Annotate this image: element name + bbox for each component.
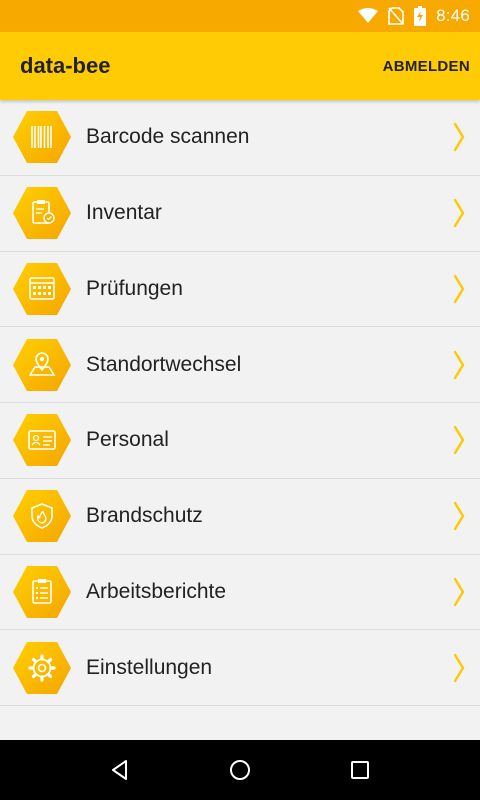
menu-item-brandschutz[interactable]: Brandschutz [0,479,480,555]
home-icon [230,760,250,780]
menu-item-label: Arbeitsberichte [86,579,227,603]
menu-item-inventar[interactable]: Inventar [0,176,480,252]
menu-item-label: Barcode scannen [86,125,250,149]
back-icon [112,760,127,780]
chevron-right-icon [453,501,465,531]
menu-item-personal[interactable]: Personal [0,403,480,479]
menu-list: Barcode scannen Inventar Prüfungen Stand… [0,100,480,740]
menu-item-label: Prüfungen [86,276,183,300]
app-bar: data-bee ABMELDEN [0,32,480,100]
chevron-right-icon [453,198,465,228]
logout-button[interactable]: ABMELDEN [383,58,470,75]
chevron-right-icon [453,123,465,152]
recents-button[interactable] [340,750,380,790]
menu-item-label: Einstellungen [86,655,213,679]
menu-item-pruefungen[interactable]: Prüfungen [0,252,480,328]
fire-shield-icon [13,490,71,543]
menu-item-arbeitsberichte[interactable]: Arbeitsberichte [0,555,480,631]
chevron-right-icon [453,274,465,304]
recents-icon [351,761,369,779]
menu-item-label: Brandschutz [86,504,203,528]
battery-charging-icon [414,6,427,26]
map-pin-icon [13,338,71,391]
menu-item-label: Personal [86,428,169,452]
navigation-bar [0,740,480,800]
menu-item-label: Inventar [86,201,162,225]
clipboard-check-icon [13,187,71,240]
no-sim-icon [388,7,404,25]
report-list-icon [13,565,71,618]
menu-item-einstellungen[interactable]: Einstellungen [0,630,480,706]
wifi-icon [358,8,379,24]
back-button[interactable] [100,750,140,790]
gear-icon [13,641,71,694]
chevron-right-icon [453,577,465,607]
app-title: data-bee [20,53,111,78]
chevron-right-icon [453,653,465,682]
status-bar: 8:46 [0,0,480,32]
status-time: 8:46 [436,6,470,25]
chevron-right-icon [453,350,465,379]
barcode-icon [13,111,71,164]
chevron-right-icon [453,426,465,455]
id-card-icon [13,414,71,467]
menu-item-barcode-scannen[interactable]: Barcode scannen [0,100,480,176]
calendar-icon [13,262,71,315]
menu-item-standortwechsel[interactable]: Standortwechsel [0,327,480,403]
menu-item-label: Standortwechsel [86,352,242,376]
home-button[interactable] [220,750,260,790]
